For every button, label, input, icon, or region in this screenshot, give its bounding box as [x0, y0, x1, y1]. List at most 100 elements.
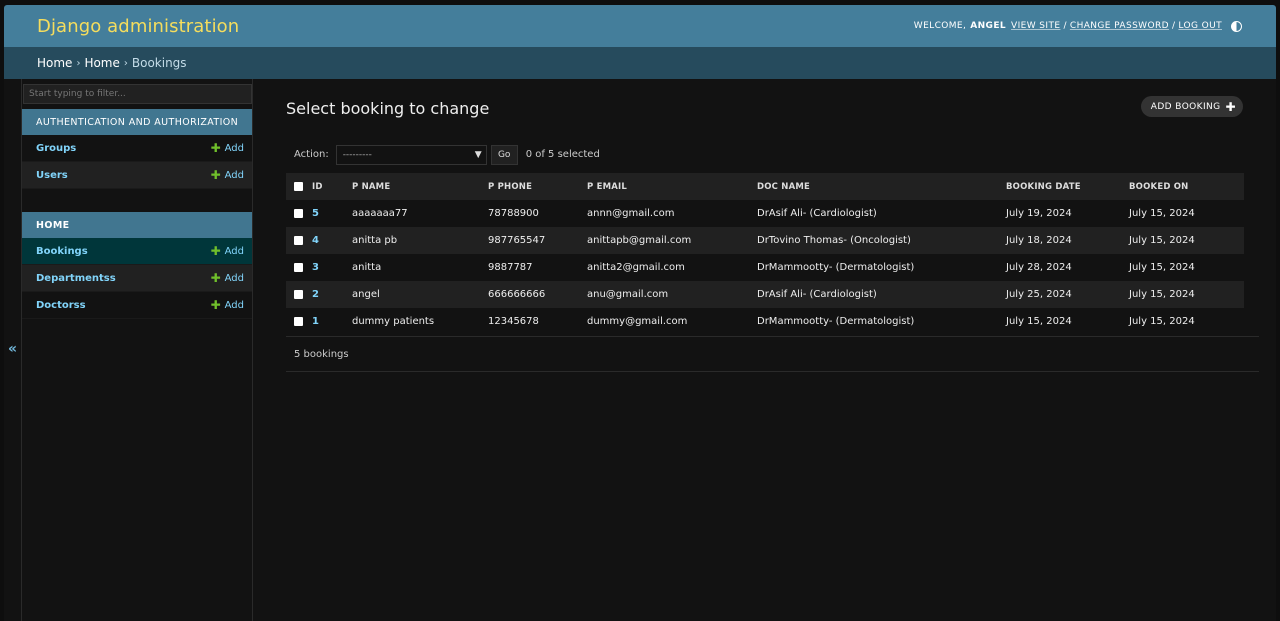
column-header-p-phone[interactable]: P PHONE	[488, 173, 587, 200]
module-home: HOME Bookings ✚ Add Departmentss ✚ Add Doc…	[22, 212, 252, 319]
theme-toggle-icon[interactable]	[1231, 20, 1242, 32]
cell-p-name: aaaaaaa77	[352, 208, 408, 219]
cell-booking-date: July 25, 2024	[1006, 289, 1072, 300]
chevron-down-icon: ▼	[474, 149, 482, 160]
column-header-booking-date[interactable]: BOOKING DATE	[1006, 173, 1129, 200]
welcome-label: WELCOME,	[913, 21, 967, 31]
row-id-link[interactable]: 3	[312, 262, 319, 273]
cell-booked-on: July 15, 2024	[1129, 289, 1195, 300]
row-checkbox[interactable]	[294, 208, 303, 218]
cell-p-email: anitta2@gmail.com	[587, 262, 685, 273]
row-id-link[interactable]: 4	[312, 235, 319, 246]
add-users-button[interactable]: ✚ Add	[211, 168, 244, 182]
add-groups-button[interactable]: ✚ Add	[211, 141, 244, 155]
row-id-link[interactable]: 1	[312, 316, 319, 327]
breadcrumb-app-home[interactable]: Home	[84, 56, 119, 70]
add-bookings-button[interactable]: ✚ Add	[211, 244, 244, 258]
actions-bar: Action: --------- ▼ Go 0 of 5 selected	[286, 139, 1276, 170]
cell-p-phone: 9887787	[488, 262, 533, 273]
sidebar: AUTHENTICATION AND AUTHORIZATION Groups …	[22, 79, 253, 621]
table-row: 3 anitta 9887787 anitta2@gmail.com DrMam…	[286, 254, 1244, 281]
add-label: Add	[224, 169, 244, 181]
site-header: Django administration WELCOME, ANGEL VIE…	[4, 5, 1276, 47]
cell-booked-on: July 15, 2024	[1129, 316, 1195, 327]
result-count: 5 bookings	[294, 348, 349, 360]
table-header-row: ID P NAME P PHONE P EMAIL DOC NAME BOOKI…	[286, 173, 1244, 200]
column-header-p-name[interactable]: P NAME	[352, 173, 488, 200]
module-caption-auth[interactable]: AUTHENTICATION AND AUTHORIZATION	[22, 109, 252, 135]
log-out-link[interactable]: LOG OUT	[1178, 21, 1222, 31]
collapse-sidebar-icon[interactable]: «	[8, 341, 17, 357]
column-header-doc-name[interactable]: DOC NAME	[757, 173, 1006, 200]
add-label: Add	[224, 299, 244, 311]
row-id-link[interactable]: 2	[312, 289, 319, 300]
cell-p-name: anitta	[352, 262, 382, 273]
cell-booking-date: July 19, 2024	[1006, 208, 1072, 219]
cell-p-phone: 987765547	[488, 235, 546, 246]
action-select[interactable]: --------- ▼	[335, 144, 487, 165]
column-header-id[interactable]: ID	[312, 173, 352, 200]
breadcrumb: Home › Home › Bookings	[4, 47, 1276, 79]
plus-icon: ✚	[1225, 99, 1236, 114]
model-link-doctorss[interactable]: Doctorss	[36, 300, 86, 311]
column-header-booked-on[interactable]: BOOKED ON	[1129, 173, 1244, 200]
breadcrumb-separator: ›	[123, 57, 128, 69]
cell-booked-on: July 15, 2024	[1129, 262, 1195, 273]
cell-doc-name: DrMammootty- (Dermatologist)	[757, 262, 915, 273]
cell-booking-date: July 28, 2024	[1006, 262, 1072, 273]
breadcrumb-home[interactable]: Home	[37, 56, 72, 70]
separator: /	[1171, 21, 1176, 31]
plus-icon: ✚	[210, 298, 221, 312]
view-site-link[interactable]: VIEW SITE	[1011, 21, 1060, 31]
add-label: Add	[224, 142, 244, 154]
cell-p-email: dummy@gmail.com	[587, 316, 688, 327]
add-label: Add	[224, 245, 244, 257]
add-doctorss-button[interactable]: ✚ Add	[211, 298, 244, 312]
cell-doc-name: DrTovino Thomas- (Oncologist)	[757, 235, 911, 246]
row-checkbox[interactable]	[294, 262, 303, 272]
table-row: 5 aaaaaaa77 78788900 annn@gmail.com DrAs…	[286, 200, 1244, 227]
cell-doc-name: DrMammootty- (Dermatologist)	[757, 316, 915, 327]
add-booking-button[interactable]: ADD BOOKING ✚	[1140, 96, 1243, 117]
plus-icon: ✚	[210, 168, 221, 182]
go-button[interactable]: Go	[490, 144, 518, 165]
model-link-users[interactable]: Users	[36, 170, 68, 181]
paginator: 5 bookings	[286, 336, 1259, 372]
model-link-bookings[interactable]: Bookings	[36, 246, 88, 257]
content: Select booking to change ADD BOOKING ✚ Ac…	[254, 79, 1276, 621]
cell-p-email: annn@gmail.com	[587, 208, 675, 219]
table-row: 1 dummy patients 12345678 dummy@gmail.co…	[286, 308, 1244, 335]
cell-p-phone: 78788900	[488, 208, 539, 219]
model-link-groups[interactable]: Groups	[36, 143, 76, 154]
page-title: Select booking to change	[286, 99, 490, 118]
selection-counter: 0 of 5 selected	[525, 149, 600, 160]
row-checkbox[interactable]	[294, 289, 303, 299]
nav-filter-input[interactable]	[23, 84, 252, 104]
breadcrumb-separator: ›	[76, 57, 81, 69]
sidebar-item-departmentss: Departmentss ✚ Add	[22, 265, 252, 292]
sidebar-item-bookings: Bookings ✚ Add	[22, 238, 252, 265]
cell-p-phone: 666666666	[488, 289, 546, 300]
cell-p-name: dummy patients	[352, 316, 435, 327]
module-caption-home[interactable]: HOME	[22, 212, 252, 238]
table-row: 2 angel 666666666 anu@gmail.com DrAsif A…	[286, 281, 1244, 308]
cell-p-name: anitta pb	[352, 235, 398, 246]
column-header-p-email[interactable]: P EMAIL	[587, 173, 757, 200]
result-list-table: ID P NAME P PHONE P EMAIL DOC NAME BOOKI…	[286, 173, 1244, 335]
user-tools: WELCOME, ANGEL VIEW SITE / CHANGE PASSWO…	[913, 20, 1242, 32]
model-link-departmentss[interactable]: Departmentss	[36, 273, 116, 284]
sidebar-item-groups: Groups ✚ Add	[22, 135, 252, 162]
select-all-checkbox[interactable]	[294, 181, 303, 191]
breadcrumb-current: Bookings	[131, 56, 187, 70]
row-checkbox[interactable]	[294, 316, 303, 326]
sidebar-item-doctorss: Doctorss ✚ Add	[22, 292, 252, 319]
row-id-link[interactable]: 5	[312, 208, 319, 219]
cell-p-email: anu@gmail.com	[587, 289, 669, 300]
site-branding[interactable]: Django administration	[37, 16, 239, 37]
change-password-link[interactable]: CHANGE PASSWORD	[1070, 21, 1169, 31]
row-checkbox[interactable]	[294, 235, 303, 245]
cell-booking-date: July 18, 2024	[1006, 235, 1072, 246]
cell-booking-date: July 15, 2024	[1006, 316, 1072, 327]
add-departmentss-button[interactable]: ✚ Add	[211, 271, 244, 285]
cell-p-name: angel	[352, 289, 380, 300]
